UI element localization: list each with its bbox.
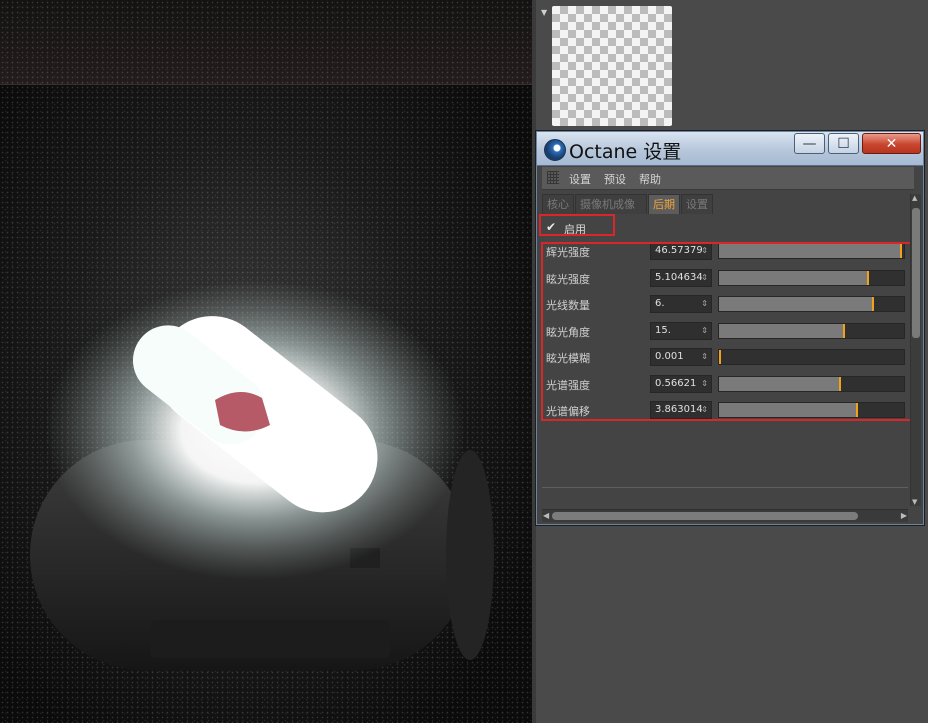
slider-knob[interactable] bbox=[719, 350, 721, 364]
spinner-arrows-icon[interactable]: ⇕ bbox=[701, 323, 708, 339]
menu-bar: 设置 预设 帮助 bbox=[542, 167, 914, 190]
param-row: 眩光模糊 0.001 ⇕ bbox=[546, 348, 908, 368]
slider-fill bbox=[719, 270, 869, 285]
slider-knob[interactable] bbox=[872, 297, 875, 311]
minimize-button[interactable]: — bbox=[794, 133, 825, 154]
slider-knob[interactable] bbox=[900, 244, 903, 258]
param-slider[interactable] bbox=[718, 322, 905, 339]
collapse-arrow-icon[interactable]: ▼ bbox=[541, 8, 547, 17]
window-titlebar[interactable]: Octane 设置 — ☐ ✕ bbox=[537, 132, 923, 166]
param-value-input[interactable]: 6. ⇕ bbox=[650, 295, 712, 313]
menu-item-presets[interactable]: 预设 bbox=[604, 171, 626, 187]
param-value-input[interactable]: 46.57379 ⇕ bbox=[650, 242, 712, 260]
menu-item-help[interactable]: 帮助 bbox=[639, 171, 661, 187]
panel-separator bbox=[542, 487, 908, 488]
enable-checkbox[interactable]: ✔ bbox=[546, 220, 560, 234]
param-label: 眩光角度 bbox=[546, 325, 590, 339]
horizontal-scroll-thumb[interactable] bbox=[552, 512, 858, 520]
octane-logo-icon bbox=[544, 139, 566, 161]
slider-fill bbox=[719, 244, 903, 258]
spinner-arrows-icon[interactable]: ⇕ bbox=[701, 270, 708, 286]
spinner-arrows-icon[interactable]: ⇕ bbox=[701, 376, 708, 392]
spinner-arrows-icon[interactable]: ⇕ bbox=[701, 243, 708, 259]
param-value: 0.001 bbox=[655, 351, 684, 362]
slider-fill bbox=[719, 297, 875, 311]
param-row: 光线数量 6. ⇕ bbox=[546, 295, 908, 315]
tab-camera-imager[interactable]: 摄像机成像 bbox=[575, 194, 647, 214]
param-value: 3.863014 bbox=[655, 404, 703, 415]
maximize-button[interactable]: ☐ bbox=[828, 133, 859, 154]
param-label: 光谱偏移 bbox=[546, 405, 590, 418]
param-value: 6. bbox=[655, 298, 665, 309]
param-row: 眩光强度 5.104634 ⇕ bbox=[546, 268, 908, 289]
param-slider[interactable] bbox=[718, 243, 905, 259]
scroll-up-arrow-icon[interactable]: ▲ bbox=[912, 194, 917, 202]
param-value-input[interactable]: 3.863014 ⇕ bbox=[650, 401, 712, 419]
scroll-down-arrow-icon[interactable]: ▼ bbox=[912, 498, 917, 506]
grip-icon[interactable] bbox=[547, 171, 559, 184]
slider-knob[interactable] bbox=[866, 270, 869, 285]
octane-settings-window: Octane 设置 — ☐ ✕ 设置 预设 帮助 核心 摄像机成像 后期 设置 … bbox=[535, 130, 925, 526]
slider-fill bbox=[719, 323, 845, 338]
tab-settings[interactable]: 设置 bbox=[681, 194, 713, 214]
param-slider[interactable] bbox=[718, 375, 905, 392]
param-row: 光谱强度 0.56621 ⇕ bbox=[546, 374, 908, 395]
param-label: 光线数量 bbox=[546, 299, 590, 312]
param-label: 光谱强度 bbox=[546, 378, 590, 392]
vertical-scroll-thumb[interactable] bbox=[912, 208, 920, 338]
horizontal-scrollbar[interactable]: ◀ ▶ bbox=[542, 509, 908, 522]
enable-label: 启用 bbox=[564, 223, 586, 236]
scroll-left-arrow-icon[interactable]: ◀ bbox=[543, 510, 549, 522]
param-value-input[interactable]: 15. ⇕ bbox=[650, 321, 712, 340]
slider-fill bbox=[719, 376, 842, 391]
param-slider[interactable] bbox=[718, 296, 905, 312]
spinner-arrows-icon[interactable]: ⇕ bbox=[701, 349, 708, 365]
param-row: 眩光角度 15. ⇕ bbox=[546, 321, 908, 342]
param-value: 15. bbox=[655, 324, 671, 336]
param-label: 眩光强度 bbox=[546, 272, 590, 286]
slider-knob[interactable] bbox=[842, 323, 845, 338]
slider-knob[interactable] bbox=[855, 403, 858, 417]
param-label: 眩光模糊 bbox=[546, 352, 590, 365]
glowing-capsule bbox=[45, 280, 465, 580]
spinner-arrows-icon[interactable]: ⇕ bbox=[701, 402, 708, 418]
param-row: 辉光强度 46.57379 ⇕ bbox=[546, 242, 908, 262]
param-value: 46.57379 bbox=[655, 245, 703, 256]
param-slider[interactable] bbox=[718, 402, 905, 418]
tab-bar: 核心 摄像机成像 后期 设置 bbox=[542, 194, 912, 214]
enable-checkbox-row[interactable]: ✔ 启用 bbox=[544, 219, 614, 237]
param-label: 辉光强度 bbox=[546, 246, 590, 259]
render-scene bbox=[30, 280, 494, 670]
scroll-right-arrow-icon[interactable]: ▶ bbox=[901, 510, 907, 522]
render-viewport bbox=[0, 0, 532, 723]
slider-knob[interactable] bbox=[839, 376, 842, 391]
param-row: 光谱偏移 3.863014 ⇕ bbox=[546, 401, 908, 421]
tab-post[interactable]: 后期 bbox=[648, 194, 680, 214]
vertical-scrollbar[interactable]: ▲ ▼ bbox=[910, 194, 921, 506]
window-title: Octane 设置 bbox=[569, 141, 682, 163]
param-value-input[interactable]: 0.001 ⇕ bbox=[650, 348, 712, 366]
material-preview-thumbnail[interactable] bbox=[552, 6, 672, 126]
menu-item-settings[interactable]: 设置 bbox=[569, 171, 591, 187]
close-button[interactable]: ✕ bbox=[862, 133, 921, 154]
param-value-input[interactable]: 0.56621 ⇕ bbox=[650, 374, 712, 393]
spinner-arrows-icon[interactable]: ⇕ bbox=[701, 296, 708, 312]
param-slider[interactable] bbox=[718, 349, 905, 365]
param-value: 0.56621 bbox=[655, 377, 697, 389]
param-value: 5.104634 bbox=[655, 271, 703, 283]
param-value-input[interactable]: 5.104634 ⇕ bbox=[650, 268, 712, 287]
tab-kernel[interactable]: 核心 bbox=[542, 194, 574, 214]
slider-fill bbox=[719, 403, 858, 417]
param-slider[interactable] bbox=[718, 269, 905, 286]
